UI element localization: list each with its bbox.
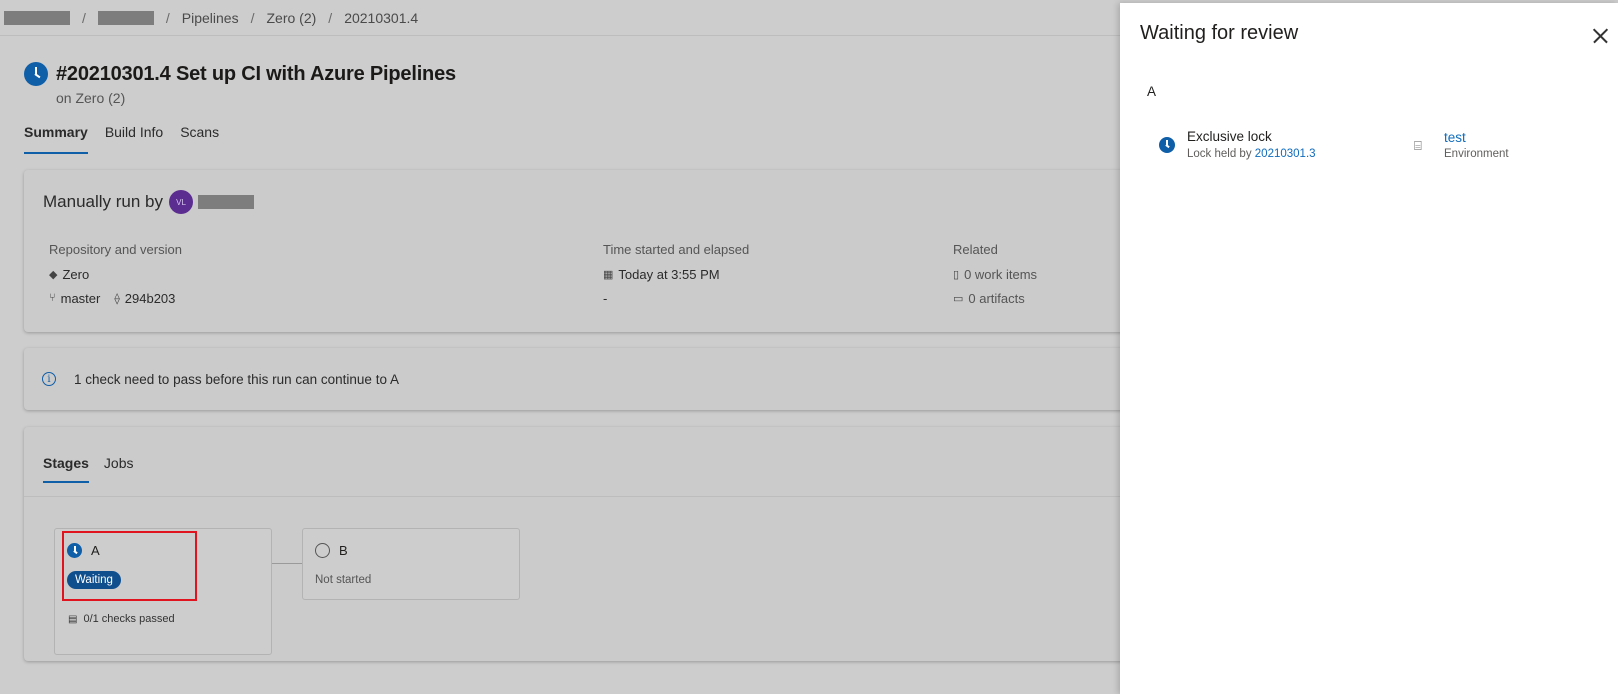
breadcrumb-pipeline[interactable]: Zero (2)	[267, 10, 317, 26]
time-label: Time started and elapsed	[603, 242, 750, 257]
checks-status[interactable]: ▤ 0/1 checks passed	[68, 613, 175, 625]
tab-build-info[interactable]: Build Info	[105, 124, 163, 154]
exclusive-lock-row: Exclusive lock Lock held by 20210301.3 ⌸…	[1158, 129, 1588, 165]
related-label: Related	[953, 242, 998, 257]
run-tabs: Summary Build Info Scans	[24, 124, 236, 154]
clock-icon	[24, 62, 48, 86]
panel-title: Waiting for review	[1140, 22, 1299, 44]
time-started: Today at 3:55 PM	[618, 266, 720, 282]
tab-scans[interactable]: Scans	[180, 124, 219, 154]
environment-label: Environment	[1444, 148, 1509, 160]
lock-held-by-label: Lock held by	[1187, 148, 1252, 160]
not-started-icon	[315, 543, 330, 558]
environment-link[interactable]: test	[1444, 130, 1466, 145]
waiting-for-review-panel: Waiting for review A Exclusive lock Lock…	[1120, 3, 1618, 694]
stage-name: A	[91, 543, 100, 558]
branch-name[interactable]: master	[61, 291, 101, 306]
artifacts-link[interactable]: 0 artifacts	[968, 291, 1024, 306]
environment-icon: ⌸	[1414, 138, 1422, 153]
redacted-project	[97, 10, 154, 25]
run-subtitle: on Zero (2)	[56, 90, 126, 106]
work-item-icon: ▯	[953, 268, 960, 281]
tab-stages[interactable]: Stages	[43, 455, 89, 483]
lock-holder-run-link[interactable]: 20210301.3	[1255, 148, 1316, 160]
stage-name: B	[339, 543, 348, 558]
highlight-box	[62, 531, 197, 601]
clock-icon	[1159, 137, 1175, 153]
clock-icon	[67, 543, 82, 558]
repo-label: Repository and version	[49, 242, 182, 257]
lock-title: Exclusive lock	[1187, 129, 1272, 144]
run-header: #20210301.4 Set up CI with Azure Pipelin…	[24, 62, 456, 106]
repo-name[interactable]: Zero	[62, 267, 89, 282]
breadcrumb-run[interactable]: 20210301.4	[344, 10, 418, 26]
repo-icon: ◆	[49, 268, 58, 281]
stages-card: Stages Jobs A Waiting ▤ 0/1 checks passe…	[24, 427, 1134, 661]
checks-text: 0/1 checks passed	[83, 613, 175, 625]
work-items-link[interactable]: 0 work items	[964, 267, 1037, 282]
redacted-org	[4, 10, 70, 25]
tab-jobs[interactable]: Jobs	[104, 455, 134, 483]
time-info: Time started and elapsed ▦ Today at 3:55…	[603, 242, 749, 315]
repository-info: Repository and version ◆ Zero ⑂ master ⟠…	[49, 242, 182, 315]
status-badge: Waiting	[67, 571, 121, 589]
page-title: #20210301.4 Set up CI with Azure Pipelin…	[56, 63, 456, 85]
manual-run-row: Manually run by VL	[43, 190, 255, 214]
breadcrumb-pipelines[interactable]: Pipelines	[182, 10, 239, 26]
calendar-icon: ▦	[603, 268, 614, 281]
manual-run-label: Manually run by	[43, 192, 164, 211]
lock-held-by: Lock held by 20210301.3	[1187, 148, 1316, 160]
stage-a-card[interactable]: A Waiting ▤ 0/1 checks passed	[54, 528, 272, 655]
avatar[interactable]: VL	[169, 190, 194, 214]
check-notice-text: 1 check need to pass before this run can…	[74, 371, 399, 387]
info-icon: i	[42, 372, 56, 386]
elapsed-time: -	[603, 290, 608, 306]
summary-card: Manually run by VL Repository and versio…	[24, 170, 1134, 332]
close-icon[interactable]	[1588, 24, 1612, 48]
panel-stage-name: A	[1147, 84, 1157, 99]
breadcrumb: / / Pipelines / Zero (2) / 20210301.4	[0, 0, 1160, 36]
related-info: Related ▯ 0 work items ▭ 0 artifacts	[953, 242, 1037, 315]
artifact-icon: ▭	[953, 292, 964, 305]
stage-b-card[interactable]: B Not started	[302, 528, 520, 600]
commit-id[interactable]: 294b203	[125, 291, 176, 306]
commit-icon: ⟠	[114, 292, 120, 305]
redacted-user-name	[198, 195, 255, 209]
branch-icon: ⑂	[49, 292, 56, 304]
checklist-icon: ▤	[68, 613, 78, 625]
stage-tabs: Stages Jobs	[43, 455, 149, 483]
tab-summary[interactable]: Summary	[24, 124, 88, 154]
divider	[24, 496, 1134, 497]
check-notice-card: i 1 check need to pass before this run c…	[24, 348, 1134, 410]
stage-connector	[272, 563, 302, 564]
stage-status: Not started	[315, 574, 372, 586]
